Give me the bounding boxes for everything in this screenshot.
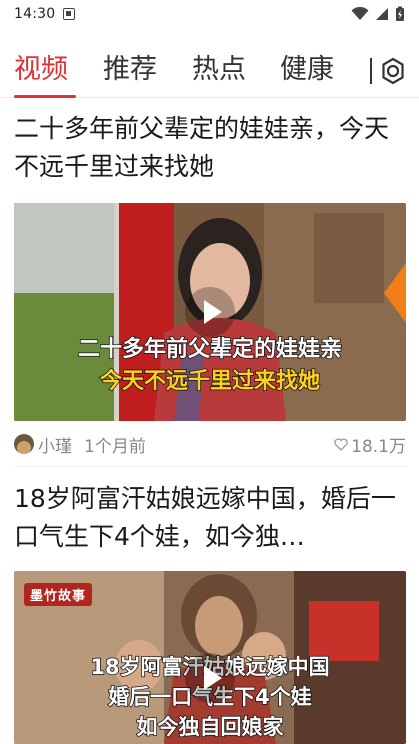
category-tab-bar: 视频 推荐 热点 健康 (0, 42, 419, 98)
heart-icon (334, 437, 348, 451)
play-icon[interactable] (184, 286, 236, 338)
status-bar: 14:30 (0, 0, 419, 28)
status-icons (351, 6, 405, 22)
play-icon[interactable] (184, 652, 236, 704)
video-caption-line3: 如今独自回娘家 (136, 714, 285, 740)
article-meta: 小瑾 1个月前 18.1万 (14, 430, 406, 458)
tab-health[interactable]: 健康 (280, 52, 334, 88)
publish-time: 1个月前 (84, 436, 146, 457)
author-avatar[interactable] (14, 434, 34, 454)
wifi-icon (351, 7, 369, 20)
tab-recommend[interactable]: 推荐 (103, 52, 157, 88)
news-card[interactable]: 二十多年前父辈定的娃娃亲，今天不远千里过来找她 (14, 110, 406, 186)
battery-icon (396, 6, 404, 21)
article-title[interactable]: 二十多年前父辈定的娃娃亲，今天不远千里过来找她 (14, 110, 406, 186)
video-thumbnail[interactable]: 墨竹故事 18岁阿富汗姑娘远嫁中国 婚后一口气生下4个娃 如今独自回娘家 (14, 571, 406, 744)
video-thumbnail[interactable]: 二十多年前父辈定的娃娃亲 今天不远千里过来找她 (14, 203, 406, 421)
video-caption-line2: 今天不远千里过来找她 (99, 368, 321, 395)
divider (14, 466, 406, 467)
signal-icon (376, 8, 388, 20)
news-card[interactable]: 18岁阿富汗姑娘远嫁中国，婚后一口气生下4个娃，如今独… (14, 480, 406, 556)
article-title[interactable]: 18岁阿富汗姑娘远嫁中国，婚后一口气生下4个娃，如今独… (14, 480, 406, 556)
like-count[interactable]: 18.1万 (334, 432, 406, 457)
tab-hot[interactable]: 热点 (192, 52, 246, 88)
sim-card-icon (63, 8, 76, 20)
status-time: 14:30 (14, 6, 56, 22)
author-name[interactable]: 小瑾 (38, 432, 72, 457)
gear-icon[interactable] (378, 56, 408, 86)
like-count-value: 18.1万 (351, 436, 406, 457)
channel-watermark: 墨竹故事 (24, 583, 93, 606)
tab-video[interactable]: 视频 (14, 52, 68, 88)
active-tab-indicator (14, 95, 76, 98)
tab-divider (370, 58, 372, 84)
